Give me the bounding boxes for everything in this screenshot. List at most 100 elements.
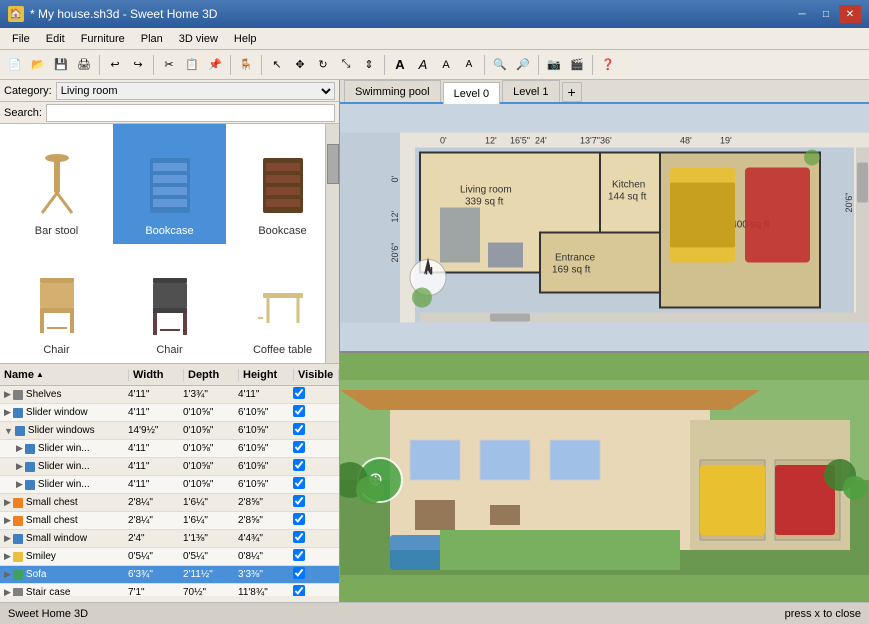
floorplan-3d[interactable]: ⊕ xyxy=(340,353,869,602)
td-height: 6'10⅝" xyxy=(234,443,289,454)
close-button[interactable]: ✕ xyxy=(839,5,861,23)
td-visible[interactable] xyxy=(289,477,339,492)
td-width: 7'1" xyxy=(124,587,179,596)
tab-level-1[interactable]: Level 1 xyxy=(502,80,559,102)
text4-button[interactable]: A xyxy=(458,54,480,76)
td-visible[interactable] xyxy=(289,405,339,420)
table-row[interactable]: ▶ Slider win... 4'11" 0'10⅝" 6'10⅝" xyxy=(0,440,339,458)
minimize-button[interactable]: ─ xyxy=(791,5,813,23)
help-button[interactable]: ❓ xyxy=(597,54,619,76)
paste-button[interactable]: 📌 xyxy=(204,54,226,76)
rotate-button[interactable]: ↻ xyxy=(312,54,334,76)
table-row[interactable]: ▶ Slider win... 4'11" 0'10⅝" 6'10⅝" xyxy=(0,458,339,476)
th-name[interactable]: Name ▲ xyxy=(0,369,129,381)
td-visible[interactable] xyxy=(289,567,339,582)
furniture-thumb-barstool xyxy=(27,151,87,221)
left-panel: Category: Living room Bedroom Kitchen Ba… xyxy=(0,80,340,602)
menu-item-3dview[interactable]: 3D view xyxy=(171,31,226,47)
menu-item-furniture[interactable]: Furniture xyxy=(73,31,133,47)
undo-button[interactable]: ↩ xyxy=(104,54,126,76)
td-visible[interactable] xyxy=(289,441,339,456)
table-row[interactable]: ▶ Shelves 4'11" 1'3¾" 4'11" xyxy=(0,386,339,404)
menu-item-edit[interactable]: Edit xyxy=(38,31,73,47)
td-height: 6'10⅝" xyxy=(234,479,289,490)
menu-item-plan[interactable]: Plan xyxy=(133,31,171,47)
redo-button[interactable]: ↪ xyxy=(127,54,149,76)
table-row[interactable]: ▶ Sofa 6'3¾" 2'11½" 3'3⅜" xyxy=(0,566,339,584)
furniture-label-chair-plain: Chair xyxy=(43,344,69,356)
furniture-item-barstool[interactable]: Bar stool xyxy=(0,124,113,244)
table-row[interactable]: ▶ Smiley 0'5¼" 0'5¼" 0'8¼" xyxy=(0,548,339,566)
furniture-label-bookcase-brown: Bookcase xyxy=(258,225,306,237)
td-visible[interactable] xyxy=(289,549,339,564)
svg-text:Kitchen: Kitchen xyxy=(612,180,645,191)
zoom-out-button[interactable]: 🔎 xyxy=(512,54,534,76)
tab-swimming-pool[interactable]: Swimming pool xyxy=(344,80,441,102)
print-button[interactable]: 🖨 xyxy=(73,54,95,76)
menu-item-file[interactable]: File xyxy=(4,31,38,47)
pointer-button[interactable]: ↖ xyxy=(266,54,288,76)
furniture-item-bookcase-blue[interactable]: Bookcase xyxy=(113,124,226,244)
add-furniture-button[interactable]: 🪑 xyxy=(235,54,257,76)
td-visible[interactable] xyxy=(289,513,339,528)
svg-text:0': 0' xyxy=(390,175,400,182)
table-body[interactable]: ▶ Shelves 4'11" 1'3¾" 4'11" ▶ Slider win… xyxy=(0,386,339,596)
right-panel: Swimming pool Level 0 Level 1 + 0' 12' 2… xyxy=(340,80,869,602)
td-visible[interactable] xyxy=(289,423,339,438)
elevate-button[interactable]: ⇕ xyxy=(358,54,380,76)
search-input[interactable] xyxy=(46,104,335,122)
toolbar-separator-7 xyxy=(538,55,539,75)
td-height: 11'8¾" xyxy=(234,587,289,596)
text2-button[interactable]: A xyxy=(412,54,434,76)
th-width[interactable]: Width xyxy=(129,369,184,381)
toolbar-separator-2 xyxy=(153,55,154,75)
toolbar-separator-4 xyxy=(261,55,262,75)
table-row[interactable]: ▶ Slider window 4'11" 0'10⅝" 6'10⅝" xyxy=(0,404,339,422)
floorplan-3d-svg: ⊕ xyxy=(340,353,869,602)
furniture-item-chair-plain[interactable]: Chair xyxy=(0,244,113,364)
copy-button[interactable]: 📋 xyxy=(181,54,203,76)
video-button[interactable]: 🎬 xyxy=(566,54,588,76)
td-visible[interactable] xyxy=(289,495,339,510)
tab-add-button[interactable]: + xyxy=(562,82,582,102)
table-row[interactable]: ▶ Small chest 2'8¼" 1'6¼" 2'8⅝" xyxy=(0,494,339,512)
table-row[interactable]: ▶ Small chest 2'8¼" 1'6¼" 2'8⅝" xyxy=(0,512,339,530)
table-row[interactable]: ▶ Stair case 7'1" 70½" 11'8¾" xyxy=(0,584,339,596)
text3-button[interactable]: A xyxy=(435,54,457,76)
move-button[interactable]: ✥ xyxy=(289,54,311,76)
th-height[interactable]: Height xyxy=(239,369,294,381)
table-row[interactable]: ▶ Slider win... 4'11" 0'10⅝" 6'10⅝" xyxy=(0,476,339,494)
furniture-item-coffee-table[interactable]: Coffee table xyxy=(226,244,339,364)
furniture-item-bookcase-brown[interactable]: Bookcase xyxy=(226,124,339,244)
save-button[interactable]: 💾 xyxy=(50,54,72,76)
tab-level-0[interactable]: Level 0 xyxy=(443,82,500,104)
svg-text:20'6": 20'6" xyxy=(390,243,400,263)
zoom-in-button[interactable]: 🔍 xyxy=(489,54,511,76)
furniture-item-chair-dark[interactable]: Chair xyxy=(113,244,226,364)
furniture-thumb-bookcase-brown xyxy=(253,151,313,221)
th-depth[interactable]: Depth xyxy=(184,369,239,381)
td-visible[interactable] xyxy=(289,531,339,546)
open-button[interactable]: 📂 xyxy=(27,54,49,76)
td-name: ▶ Smiley xyxy=(0,551,124,562)
resize-button[interactable]: ⤡ xyxy=(335,54,357,76)
th-visible[interactable]: Visible xyxy=(294,369,339,381)
grid-scrollbar[interactable] xyxy=(325,124,339,363)
cut-button[interactable]: ✂ xyxy=(158,54,180,76)
screenshot-button[interactable]: 📷 xyxy=(543,54,565,76)
text-button[interactable]: A xyxy=(389,54,411,76)
td-visible[interactable] xyxy=(289,459,339,474)
new-button[interactable]: 📄 xyxy=(4,54,26,76)
menu-item-help[interactable]: Help xyxy=(226,31,265,47)
furniture-label-barstool: Bar stool xyxy=(35,225,78,237)
category-select[interactable]: Living room Bedroom Kitchen Bathroom xyxy=(56,82,335,100)
td-visible[interactable] xyxy=(289,585,339,596)
furniture-thumb-coffee-table xyxy=(253,270,313,340)
table-row[interactable]: ▶ Small window 2'4" 1'1⅜" 4'4¾" xyxy=(0,530,339,548)
td-depth: 70½" xyxy=(179,587,234,596)
floorplan-2d[interactable]: 0' 12' 24' 36' 48' 16'5" 13'7" 19' 0' 12… xyxy=(340,104,869,353)
td-visible[interactable] xyxy=(289,387,339,402)
maximize-button[interactable]: □ xyxy=(815,5,837,23)
table-row[interactable]: ▼ Slider windows 14'9½" 0'10⅝" 6'10⅝" xyxy=(0,422,339,440)
svg-text:24': 24' xyxy=(535,136,547,146)
